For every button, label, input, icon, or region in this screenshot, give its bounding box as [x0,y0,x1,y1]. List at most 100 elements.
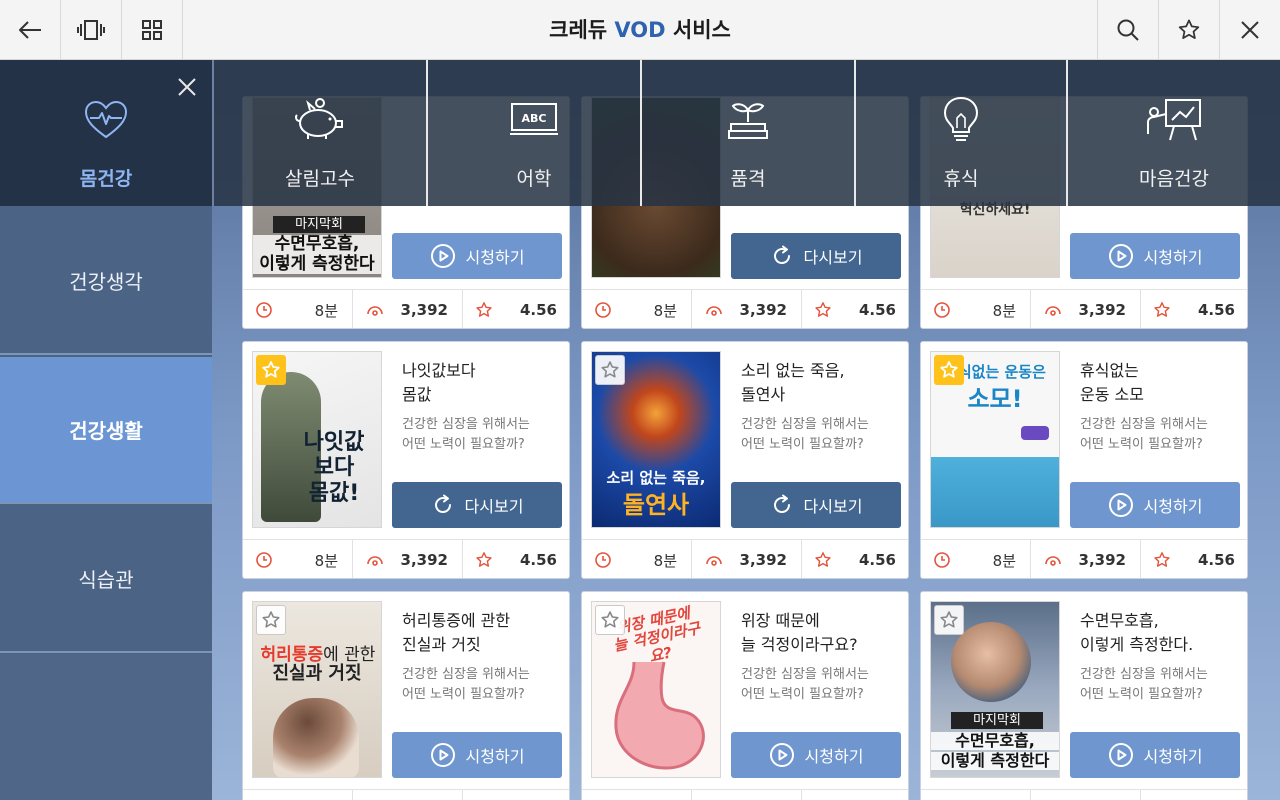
rating-stat: 4.56 [1140,540,1247,578]
thumb-title-line2: 이렇게 측정한다 [931,751,1059,771]
vod-description: 건강한 심장을 위해서는 어떤 노력이 필요할까? [741,667,869,702]
views-icon [1045,556,1061,566]
star-icon [815,302,831,317]
category-dignity[interactable]: 품격 [640,60,854,206]
rating-stat: 4.56 [462,540,569,578]
play-icon [430,244,455,268]
star-icon [940,611,958,628]
star-icon [601,361,619,378]
play-button[interactable]: 시청하기 [731,732,901,778]
duration-stat [582,790,691,800]
favorite-toggle[interactable] [256,605,286,635]
star-icon [1178,19,1200,39]
vod-title: 위장 때문에 늘 걱정이라구요? [741,611,858,654]
play-icon [430,743,455,767]
vod-description: 건강한 심장을 위해서는 어떤 노력이 필요할까? [402,667,530,702]
vod-card[interactable]: 위장 때문에 늘 걱정이라구요? 위장 때문에 늘 걱정이라구요? 건강한 심장… [581,591,909,800]
vod-card[interactable]: 마지막회 수면무호흡, 이렇게 측정한다 수면무호흡, 이렇게 측정한다. 건강… [920,591,1248,800]
category-body-health[interactable]: 몸건강 [0,60,214,206]
vod-description: 건강한 심장을 위해서는 어떤 노력이 필요할까? [402,417,530,452]
views-stat [352,790,462,800]
views-stat [691,790,801,800]
arrow-left-icon [19,21,41,39]
sidebar-item-eating-habits[interactable]: 식습관 [0,506,212,653]
stats-bar: 8분 3,392 4.56 [582,289,908,328]
rating-stat: 4.56 [801,540,908,578]
vod-thumbnail[interactable]: 위장 때문에 늘 걱정이라구요? [591,601,721,778]
thumb-title-line2: 돌연사 [622,491,690,519]
favorite-toggle[interactable] [595,355,625,385]
grid-view-button[interactable] [122,0,183,60]
views-stat: 3,392 [1030,290,1140,328]
search-icon [1117,19,1139,41]
sidebar-item-health-thoughts[interactable]: 건강생각 [0,208,212,355]
replay-button[interactable]: 다시보기 [731,482,901,528]
favorite-toggle[interactable] [934,355,964,385]
replay-icon [773,494,790,514]
category-mental-health[interactable]: 마음건강 [1066,60,1280,206]
close-icon [1241,21,1259,39]
duration-stat [921,790,1030,800]
star-icon [601,611,619,628]
play-button[interactable]: 시청하기 [1070,233,1240,279]
clock-icon [934,302,950,318]
play-icon [1108,244,1133,268]
clock-icon [595,302,611,318]
clock-icon [595,552,611,568]
vod-thumbnail[interactable]: 휴식없는 운동은 소모! [930,351,1060,528]
clock-icon [256,302,272,318]
star-icon [1154,302,1170,317]
piggy-bank-icon [295,98,343,139]
thumb-title-line1: 수면무호흡, [931,731,1059,751]
vod-card[interactable]: 소리 없는 죽음, 돌연사 소리 없는 죽음, 돌연사 건강한 심장을 위해서는… [581,341,909,579]
search-button[interactable] [1097,0,1158,60]
rating-stat: 4.56 [462,290,569,328]
duration-stat: 8분 [243,290,352,328]
replay-button[interactable]: 다시보기 [392,482,562,528]
category-rest[interactable]: 휴식 [854,60,1066,206]
thumb-badge: 마지막회 [951,712,1043,729]
play-button[interactable]: 시청하기 [1070,482,1240,528]
vod-thumbnail[interactable]: 소리 없는 죽음, 돌연사 [591,351,721,528]
back-button[interactable] [0,0,61,60]
rating-stat [801,790,908,800]
close-menu-icon[interactable] [176,76,198,98]
abc-board-icon: ABC [510,103,558,135]
favorites-button[interactable] [1158,0,1219,60]
vod-card[interactable]: 나잇값보다 몸값! 나잇값보다 몸값 건강한 심장을 위해서는 어떤 노력이 필… [242,341,570,579]
play-button[interactable]: 시청하기 [392,732,562,778]
favorite-toggle[interactable] [256,355,286,385]
replay-button[interactable]: 다시보기 [731,233,901,279]
vod-description: 건강한 심장을 위해서는 어떤 노력이 필요할까? [1080,667,1208,702]
close-button[interactable] [1219,0,1280,60]
duration-stat: 8분 [921,290,1030,328]
favorite-toggle[interactable] [595,605,625,635]
stomach-illustration [614,661,705,770]
thumb-title-line2: 소모! [967,385,1023,413]
thumb-title-line1: 소리 없는 죽음, [606,469,706,487]
play-button[interactable]: 시청하기 [1070,732,1240,778]
favorite-toggle[interactable] [934,605,964,635]
carousel-view-button[interactable] [61,0,122,60]
play-icon [769,743,794,767]
vod-thumbnail[interactable]: 나잇값보다 몸값! [252,351,382,528]
duration-stat: 8분 [243,540,352,578]
vod-description: 건강한 심장을 위해서는 어떤 노력이 필요할까? [1080,417,1208,452]
sprout-books-icon [728,103,768,139]
views-stat: 3,392 [352,540,462,578]
thumb-title: 나잇값보다 몸값! [303,430,365,506]
play-button[interactable]: 시청하기 [392,233,562,279]
rating-stat [462,790,569,800]
sidebar-item-healthy-living[interactable]: 건강생활 [0,357,212,504]
vod-thumbnail[interactable]: 마지막회 수면무호흡, 이렇게 측정한다 [930,601,1060,778]
star-icon [1154,552,1170,567]
category-language[interactable]: ABC 어학 [426,60,640,206]
duration-stat: 8분 [582,290,691,328]
vod-card[interactable]: 휴식없는 운동은 소모! 휴식없는 운동 소모 건강한 심장을 위해서는 어떤 … [920,341,1248,579]
vod-thumbnail[interactable]: 허리통증에 관한 진실과 거짓 [252,601,382,778]
rating-stat [1140,790,1247,800]
views-icon [706,306,722,316]
vod-card[interactable]: 허리통증에 관한 진실과 거짓 허리통증에 관한 진실과 거짓 건강한 심장을 … [242,591,570,800]
duration-stat [243,790,352,800]
category-household-expert[interactable]: 살림고수 [214,60,426,206]
